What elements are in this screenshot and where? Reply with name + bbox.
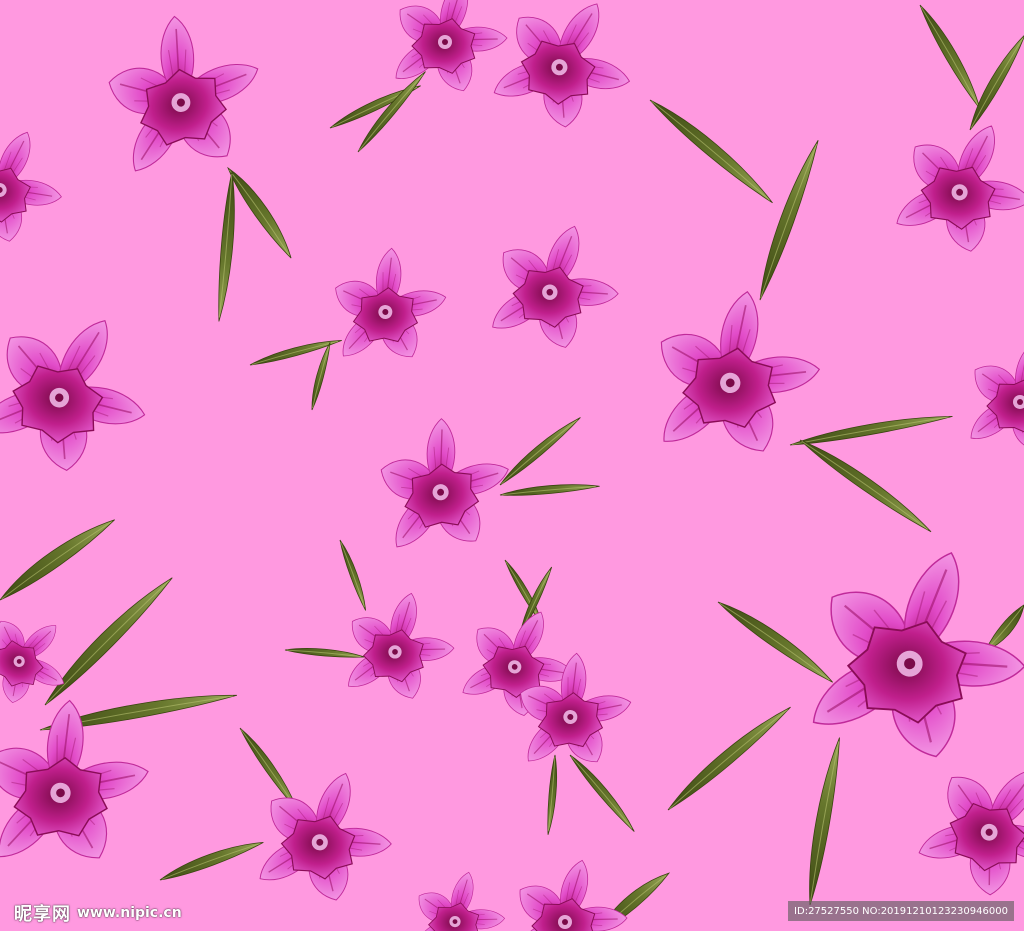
watermark-url: www.nipic.cn <box>77 905 182 921</box>
watermark-brand: 昵享网 <box>14 904 71 925</box>
watermark-id: ID:27527550 NO:20191210123230946000 <box>788 901 1014 921</box>
watermark-logo: 昵享网 www.nipic.cn <box>14 900 182 926</box>
floral-pattern <box>0 0 1024 931</box>
